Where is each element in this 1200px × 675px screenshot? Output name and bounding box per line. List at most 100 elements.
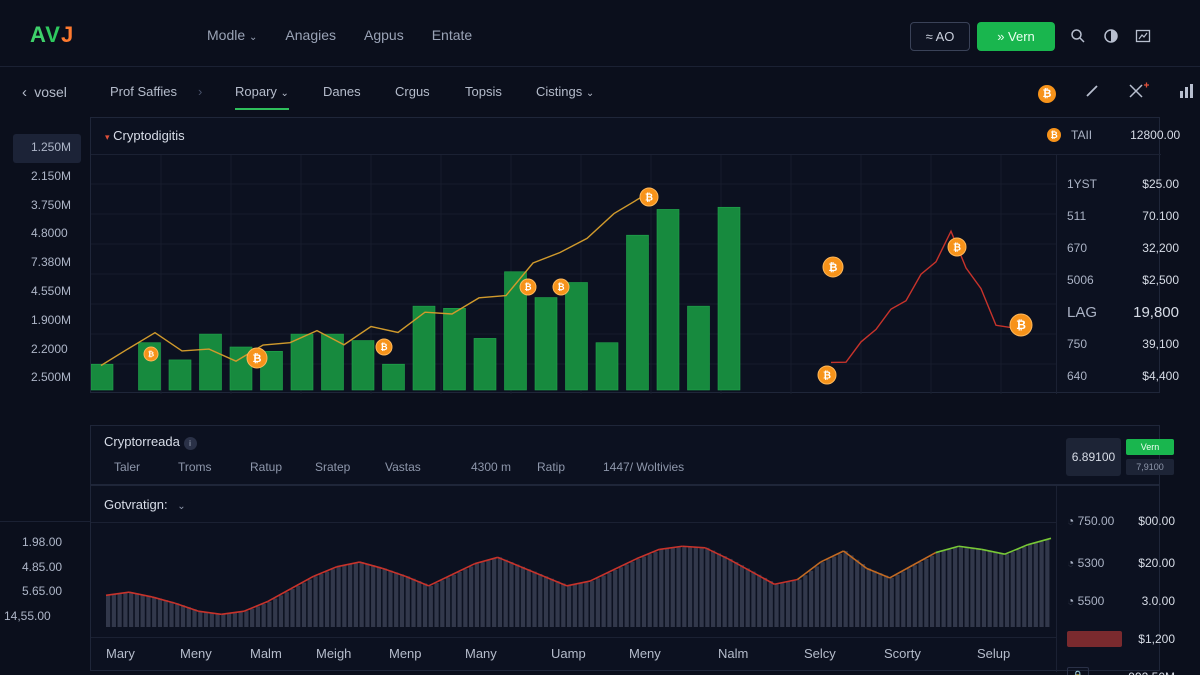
bar-chart-icon[interactable] bbox=[1178, 82, 1196, 105]
volume-bar bbox=[976, 548, 981, 627]
crossed-tools-icon[interactable] bbox=[1128, 82, 1150, 105]
volume-bar bbox=[134, 593, 140, 627]
tab-cistings[interactable]: Cistings ⌄ bbox=[536, 84, 594, 99]
chart-bar[interactable] bbox=[717, 206, 741, 391]
chart-bar[interactable] bbox=[595, 342, 619, 391]
stat-value: $20.00 bbox=[1138, 556, 1175, 570]
chart-bar[interactable] bbox=[626, 234, 649, 391]
breadcrumb[interactable]: Prof Saffies bbox=[110, 84, 177, 99]
column-header[interactable]: Ratup bbox=[250, 460, 282, 474]
x-axis-tick: Scorty bbox=[884, 646, 921, 661]
volume-bar bbox=[757, 574, 762, 627]
column-header[interactable]: Troms bbox=[178, 460, 212, 474]
volume-bar bbox=[855, 559, 860, 627]
volume-bar bbox=[595, 578, 600, 627]
bitcoin-icon[interactable]: ₿ bbox=[1038, 84, 1056, 103]
bitcoin-marker-icon[interactable]: ₿ bbox=[143, 346, 159, 362]
stats-top-list: 1YST $25.00 511 70.100 670 32,200 5006 $2,500 LA… bbox=[1067, 168, 1179, 392]
chart-window-icon[interactable] bbox=[1133, 26, 1153, 46]
chevron-down-icon: ⌄ bbox=[177, 501, 186, 512]
bitcoin-marker-icon[interactable]: ₿ bbox=[552, 278, 570, 296]
topnav-item-agpus[interactable]: Agpus bbox=[364, 27, 404, 43]
ao-button[interactable]: ≈ AO bbox=[910, 22, 970, 51]
stat-value: 992.50M bbox=[1128, 670, 1175, 675]
vern-button[interactable]: » Vern bbox=[977, 22, 1055, 51]
bitcoin-marker-icon[interactable]: ₿ bbox=[1009, 313, 1033, 337]
bitcoin-marker-icon[interactable]: ₿ bbox=[947, 237, 967, 257]
volume-bar bbox=[440, 580, 445, 627]
chart-bar[interactable] bbox=[382, 363, 405, 391]
main-chart-title[interactable]: ▾ Cryptodigitis bbox=[105, 128, 185, 143]
stat-label-text: 5300 bbox=[1077, 556, 1105, 570]
volume-bar bbox=[687, 546, 693, 627]
chart-bar[interactable] bbox=[351, 340, 375, 391]
volume-bar bbox=[215, 613, 220, 627]
column-header[interactable]: Ratip bbox=[537, 460, 565, 474]
volume-bar bbox=[566, 585, 572, 627]
volume-bar bbox=[555, 581, 560, 627]
volume-bar bbox=[348, 564, 353, 627]
tab-topsis[interactable]: Topsis bbox=[465, 84, 502, 99]
chart-bar[interactable] bbox=[199, 333, 222, 391]
column-header[interactable]: Sratep bbox=[315, 460, 350, 474]
column-header[interactable]: Vastas bbox=[385, 460, 421, 474]
chart-bar[interactable] bbox=[565, 282, 588, 391]
x-axis-tick: Selup bbox=[977, 646, 1011, 661]
vern-badge[interactable]: Vern bbox=[1126, 439, 1174, 455]
stat-value: $1,200 bbox=[1138, 632, 1175, 646]
topnav-item-anagies[interactable]: Anagies bbox=[285, 27, 336, 43]
volume-bar bbox=[486, 560, 491, 627]
bitcoin-marker-icon[interactable]: ₿ bbox=[375, 338, 393, 356]
tab-ropary[interactable]: Ropary ⌄ bbox=[235, 84, 289, 110]
value-box[interactable]: 6.89100 bbox=[1066, 438, 1121, 476]
bitcoin-icon: ₿ bbox=[1047, 128, 1061, 142]
stat-label: ◔ 750.00 bbox=[1067, 514, 1114, 528]
volume-bar bbox=[964, 547, 969, 627]
topnav-item-modle[interactable]: Modle ⌄ bbox=[207, 27, 257, 43]
chart-bar[interactable] bbox=[168, 359, 192, 391]
volume-bar bbox=[509, 562, 514, 627]
chart-bar[interactable] bbox=[290, 333, 314, 391]
chart-bar[interactable] bbox=[534, 297, 558, 391]
bitcoin-marker-icon[interactable]: ₿ bbox=[639, 187, 659, 207]
bitcoin-marker-icon[interactable]: ₿ bbox=[822, 256, 844, 278]
column-header[interactable]: Taler bbox=[114, 460, 140, 474]
pencil-icon[interactable] bbox=[1084, 83, 1100, 104]
logo[interactable]: AVJ bbox=[30, 22, 74, 48]
chart-bar[interactable] bbox=[473, 338, 497, 391]
left-axis-tick: 4.85.00 bbox=[22, 559, 63, 574]
bitcoin-marker-icon[interactable]: ₿ bbox=[817, 365, 837, 385]
topnav-label: Modle bbox=[207, 27, 246, 43]
stat-value: 70.100 bbox=[1142, 209, 1179, 223]
column-header[interactable]: 1447/ Woltivies bbox=[603, 460, 684, 474]
logo-letter-j: J bbox=[60, 22, 75, 47]
volume-bar bbox=[238, 611, 243, 627]
volume-bar bbox=[117, 593, 122, 627]
volume-bar bbox=[849, 555, 854, 627]
info-icon[interactable]: i bbox=[183, 437, 197, 450]
chart-bar[interactable] bbox=[443, 308, 466, 391]
chevron-down-icon: ⌄ bbox=[249, 32, 258, 43]
topnav-item-entate[interactable]: Entate bbox=[432, 27, 472, 43]
bitcoin-marker-icon[interactable]: ₿ bbox=[519, 278, 537, 296]
theme-toggle-icon[interactable] bbox=[1101, 26, 1121, 46]
chart-bar[interactable] bbox=[91, 363, 114, 391]
lock-icon: 🔒 bbox=[1067, 667, 1089, 675]
bitcoin-marker-icon[interactable]: ₿ bbox=[246, 347, 268, 369]
back-link[interactable]: ‹ vosel bbox=[22, 84, 67, 101]
chart-bar[interactable] bbox=[687, 305, 710, 391]
bottom-chart-title[interactable]: Gotvratign: ⌄ bbox=[104, 497, 186, 512]
search-icon[interactable] bbox=[1068, 26, 1088, 46]
middle-panel-title[interactable]: Cryptorreada i bbox=[104, 434, 197, 450]
column-header[interactable]: 4300 m bbox=[471, 460, 511, 474]
chart-bar[interactable] bbox=[656, 209, 680, 391]
volume-bar bbox=[941, 551, 946, 627]
tab-crgus[interactable]: Crgus bbox=[395, 84, 430, 99]
chevron-down-icon: ⌄ bbox=[585, 88, 595, 99]
volume-bar bbox=[1022, 547, 1027, 627]
volume-bar bbox=[837, 553, 842, 627]
stat-label: 670 bbox=[1067, 241, 1088, 255]
bottom-chart-title-text: Gotvratign: bbox=[104, 497, 168, 512]
dark-badge[interactable]: 7,9100 bbox=[1126, 459, 1174, 475]
tab-danes[interactable]: Danes bbox=[323, 84, 361, 99]
